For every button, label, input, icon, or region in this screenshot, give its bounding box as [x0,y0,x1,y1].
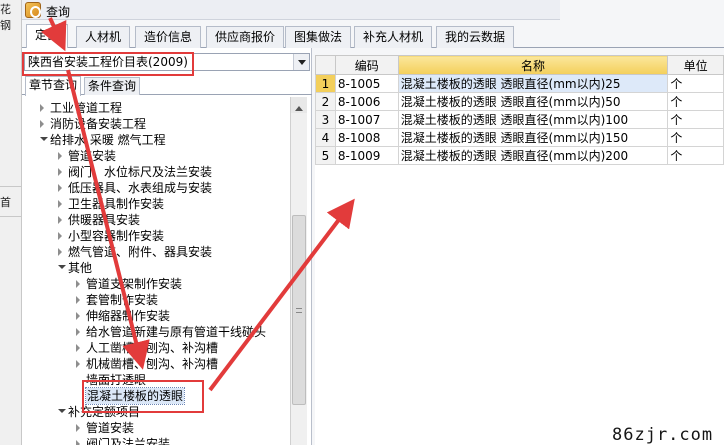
tab-condition-query[interactable]: 条件查询 [84,77,141,95]
expand-arrow-icon[interactable] [40,104,44,112]
table-row[interactable]: 4 8-1008 混凝土楼板的透眼 透眼直径(mm以内)150 个 [315,128,724,147]
scroll-up-icon[interactable] [291,97,307,113]
expand-arrow-icon[interactable] [76,328,80,336]
row-number: 1 [315,74,336,93]
cell-name[interactable]: 混凝土楼板的透眼 透眼直径(mm以内)100 [397,110,669,129]
query-subtab-strip: 章节查询 条件查询 [22,76,312,96]
column-header-code[interactable]: 编码 [334,55,399,75]
collapse-arrow-icon[interactable] [58,409,66,413]
tab-supplier-quote[interactable]: 供应商报价 [206,26,285,48]
table-row[interactable]: 5 8-1009 混凝土楼板的透眼 透眼直径(mm以内)200 个 [315,146,724,165]
tab-chapter-query[interactable]: 章节查询 [25,76,82,96]
column-header-name[interactable]: 名称 [397,55,669,75]
title-bar[interactable]: 查询 [22,0,560,20]
background-text: 首 [0,196,11,209]
cell-name[interactable]: 混凝土楼板的透眼 透眼直径(mm以内)25 [397,74,669,93]
cell-code[interactable]: 8-1007 [334,110,399,129]
expand-arrow-icon[interactable] [58,168,62,176]
cell-name[interactable]: 混凝土楼板的透眼 透眼直径(mm以内)200 [397,146,669,165]
cell-unit[interactable]: 个 [667,128,724,147]
cell-unit[interactable]: 个 [667,146,724,165]
window-title: 查询 [46,5,71,19]
tab-quota[interactable]: 定额 [26,24,69,49]
cell-code[interactable]: 8-1005 [334,74,399,93]
column-header-unit[interactable]: 单位 [667,55,724,75]
tab-atlas-method[interactable]: 图集做法 [285,26,352,48]
main-tab-strip: 定额 人材机 造价信息 供应商报价 图集做法 补充人材机 我的云数据 [22,24,724,49]
watermark-text: 86zjr.com [612,425,714,445]
cell-code[interactable]: 8-1006 [334,92,399,111]
chevron-down-icon[interactable] [293,54,309,70]
expand-arrow-icon[interactable] [58,184,62,192]
tab-cost-info[interactable]: 造价信息 [135,26,202,48]
row-number: 2 [315,92,336,111]
cell-name[interactable]: 混凝土楼板的透眼 透眼直径(mm以内)150 [397,128,669,147]
expand-arrow-icon[interactable] [40,120,44,128]
cell-code[interactable]: 8-1008 [334,128,399,147]
annotation-highlight-box [82,380,204,413]
grip-icon [296,308,302,313]
tab-supplement-lmm[interactable]: 补充人材机 [354,26,433,48]
background-divider [0,216,22,217]
expand-arrow-icon[interactable] [76,344,80,352]
background-divider [0,186,22,187]
cell-unit[interactable]: 个 [667,92,724,111]
row-number: 4 [315,128,336,147]
expand-arrow-icon[interactable] [58,152,62,160]
expand-arrow-icon[interactable] [58,248,62,256]
expand-arrow-icon[interactable] [58,216,62,224]
row-number: 3 [315,110,336,129]
background-text: 钢 [0,19,11,32]
expand-arrow-icon[interactable] [58,232,62,240]
tree-scrollbar[interactable] [290,97,307,445]
expand-arrow-icon[interactable] [76,280,80,288]
table-row[interactable]: 2 8-1006 混凝土楼板的透眼 透眼直径(mm以内)50 个 [315,92,724,111]
table-row[interactable]: 3 8-1007 混凝土楼板的透眼 透眼直径(mm以内)100 个 [315,110,724,129]
cell-name[interactable]: 混凝土楼板的透眼 透眼直径(mm以内)50 [397,92,669,111]
table-row[interactable]: 1 8-1005 混凝土楼板的透眼 透眼直径(mm以内)25 个 [315,74,724,93]
cell-code[interactable]: 8-1009 [334,146,399,165]
row-number: 5 [315,146,336,165]
tab-my-cloud-data[interactable]: 我的云数据 [436,26,515,48]
expand-arrow-icon[interactable] [76,440,80,445]
quota-table: 编码 名称 单位 1 8-1005 混凝土楼板的透眼 透眼直径(mm以内)25 … [315,55,724,165]
cell-unit[interactable]: 个 [667,110,724,129]
row-number-header [315,55,336,75]
background-text: 花 [0,3,11,16]
app-icon [25,2,41,18]
annotation-highlight-box [22,52,194,76]
quota-result-grid: 编码 名称 单位 1 8-1005 混凝土楼板的透眼 透眼直径(mm以内)25 … [315,55,724,445]
expand-arrow-icon[interactable] [76,312,80,320]
collapse-arrow-icon[interactable] [58,265,66,269]
expand-arrow-icon[interactable] [58,200,62,208]
expand-arrow-icon[interactable] [76,424,80,432]
cell-unit[interactable]: 个 [667,74,724,93]
expand-arrow-icon[interactable] [76,360,80,368]
scrollbar-thumb[interactable] [292,215,306,405]
expand-arrow-icon[interactable] [76,296,80,304]
collapse-arrow-icon[interactable] [40,137,48,141]
tab-labor-material-machine[interactable]: 人材机 [76,26,131,48]
background-window-strip: 花 钢 首 [0,0,22,445]
